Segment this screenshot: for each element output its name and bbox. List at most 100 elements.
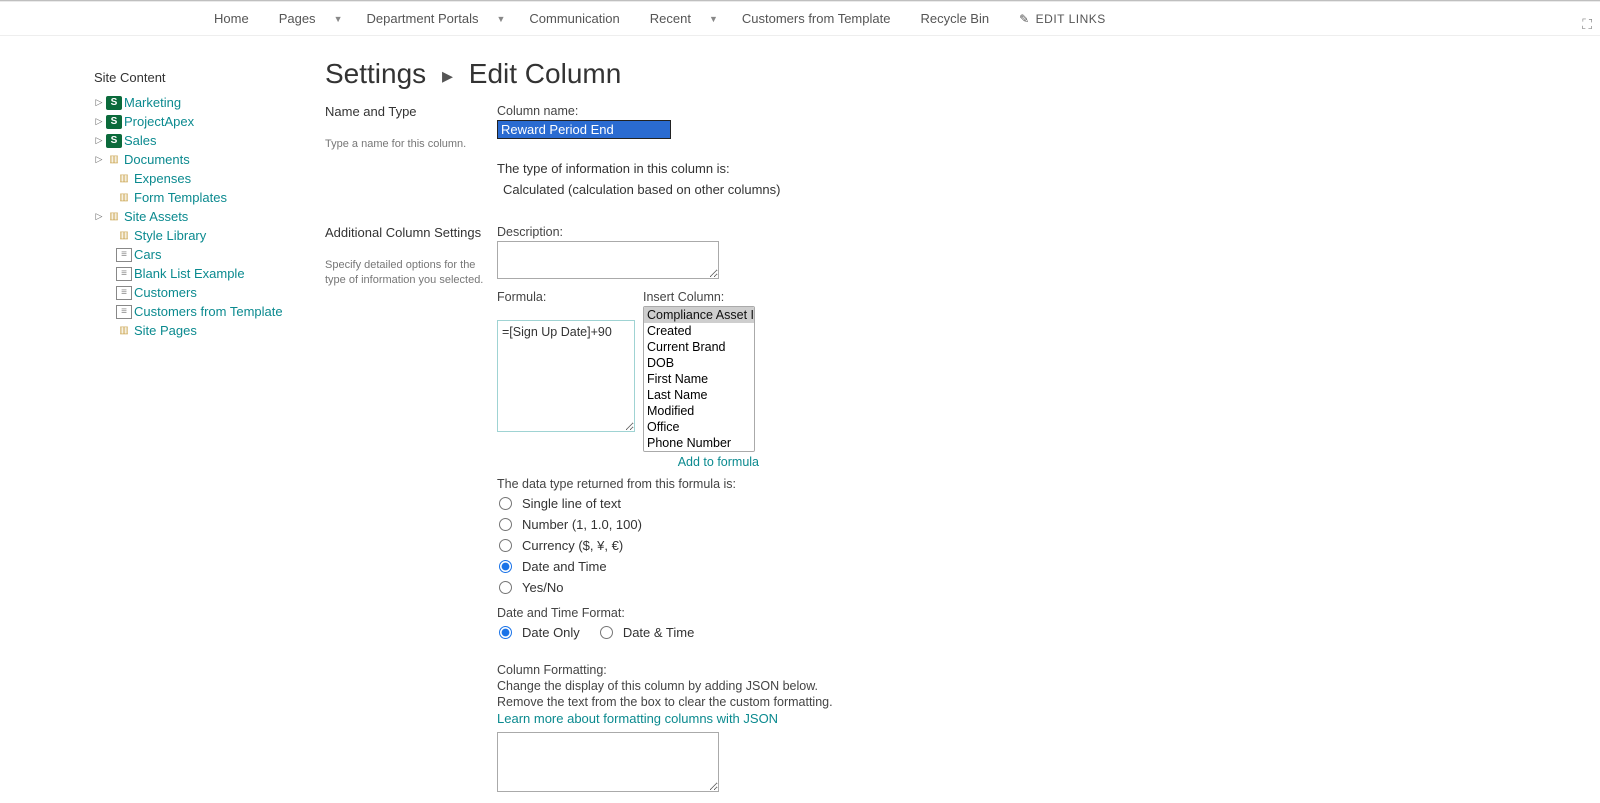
- return-type-label: Single line of text: [522, 496, 621, 511]
- return-type-number[interactable]: Number (1, 1.0, 100): [497, 514, 1285, 535]
- return-type-label: Date and Time: [522, 559, 607, 574]
- expander-icon[interactable]: ▷: [94, 154, 104, 165]
- tree-link[interactable]: Form Templates: [134, 190, 227, 205]
- label-column-name: Column name:: [497, 104, 1285, 118]
- tree-link[interactable]: Sales: [124, 133, 157, 148]
- tree-link[interactable]: Style Library: [134, 228, 206, 243]
- global-nav: HomePages▼Department Portals▼Communicati…: [0, 2, 1600, 36]
- dt-format-date-time[interactable]: Date & Time: [598, 622, 695, 643]
- library-icon: ▥: [116, 172, 132, 186]
- nav-home[interactable]: Home: [200, 2, 263, 35]
- insert-column-list[interactable]: Compliance Asset IdCreatedCurrent BrandD…: [643, 306, 755, 452]
- tree-link[interactable]: Customers from Template: [134, 304, 283, 319]
- breadcrumb-separator-icon: ▸: [434, 63, 461, 88]
- tree-link[interactable]: ProjectApex: [124, 114, 194, 129]
- tree-item-site-pages[interactable]: ▥Site Pages: [94, 321, 285, 340]
- insert-column-option[interactable]: Phone Number: [644, 435, 754, 451]
- tree-item-customers-from-template[interactable]: ≡Customers from Template: [94, 302, 285, 321]
- tree-item-site-assets[interactable]: ▷▥Site Assets: [94, 207, 285, 226]
- return-type-single[interactable]: Single line of text: [497, 493, 1285, 514]
- library-icon: ▥: [116, 191, 132, 205]
- insert-column-option[interactable]: DOB: [644, 355, 754, 371]
- tree-item-blank-list-example[interactable]: ≡Blank List Example: [94, 264, 285, 283]
- return-type-date[interactable]: Date and Time: [497, 556, 1285, 577]
- help-column-formatting-1: Change the display of this column by add…: [497, 679, 1285, 693]
- tree-link[interactable]: Blank List Example: [134, 266, 245, 281]
- return-type-currency[interactable]: Currency ($, ¥, €): [497, 535, 1285, 556]
- insert-column-option[interactable]: Compliance Asset Id: [644, 307, 754, 323]
- nav-customers-from-template[interactable]: Customers from Template: [728, 2, 905, 35]
- return-type-radio[interactable]: [499, 539, 512, 552]
- sharepoint-site-icon: S: [106, 115, 122, 129]
- dt-format-radio[interactable]: [600, 626, 613, 639]
- tree-item-style-library[interactable]: ▥Style Library: [94, 226, 285, 245]
- expander-icon[interactable]: ▷: [94, 116, 104, 127]
- json-learn-more-link[interactable]: Learn more about formatting columns with…: [497, 711, 778, 726]
- tree-item-cars[interactable]: ≡Cars: [94, 245, 285, 264]
- column-name-input[interactable]: Reward Period End: [497, 120, 671, 139]
- label-column-type: The type of information in this column i…: [497, 161, 1285, 176]
- label-dt-format: Date and Time Format:: [497, 606, 1285, 620]
- insert-column-option[interactable]: First Name: [644, 371, 754, 387]
- help-additional: Specify detailed options for the type of…: [325, 258, 487, 289]
- expander-icon[interactable]: ▷: [94, 97, 104, 108]
- label-return-type: The data type returned from this formula…: [497, 477, 1285, 491]
- dt-format-date-only[interactable]: Date Only: [497, 622, 580, 643]
- description-textarea[interactable]: [497, 241, 719, 279]
- label-column-formatting: Column Formatting:: [497, 663, 1285, 677]
- tree-link[interactable]: Expenses: [134, 171, 191, 186]
- nav-recycle-bin[interactable]: Recycle Bin: [906, 2, 1003, 35]
- nav-department-portals[interactable]: Department Portals: [352, 2, 492, 35]
- sidebar-heading: Site Content: [94, 70, 285, 85]
- tree-link[interactable]: Cars: [134, 247, 161, 262]
- tree-link[interactable]: Documents: [124, 152, 190, 167]
- insert-column-option[interactable]: Modified: [644, 403, 754, 419]
- insert-column-option[interactable]: Created: [644, 323, 754, 339]
- expander-icon[interactable]: ▷: [94, 135, 104, 146]
- add-to-formula-link[interactable]: Add to formula: [678, 455, 759, 469]
- tree-link[interactable]: Site Assets: [124, 209, 188, 224]
- chevron-down-icon[interactable]: ▼: [496, 14, 513, 24]
- nav-pages[interactable]: Pages: [265, 2, 330, 35]
- focus-mode-icon[interactable]: ⛶: [1582, 16, 1592, 33]
- insert-column-option[interactable]: Sign Up Date: [644, 451, 754, 452]
- library-icon: ▥: [106, 210, 122, 224]
- tree-link[interactable]: Customers: [134, 285, 197, 300]
- return-type-radio[interactable]: [499, 560, 512, 573]
- tree-item-marketing[interactable]: ▷SMarketing: [94, 93, 285, 112]
- return-type-yes/no[interactable]: Yes/No: [497, 577, 1285, 598]
- insert-column-option[interactable]: Current Brand: [644, 339, 754, 355]
- formula-textarea[interactable]: [497, 320, 635, 432]
- tree-link[interactable]: Site Pages: [134, 323, 197, 338]
- expander-icon[interactable]: ▷: [94, 211, 104, 222]
- tree-item-sales[interactable]: ▷SSales: [94, 131, 285, 150]
- help-column-formatting-2: Remove the text from the box to clear th…: [497, 695, 1285, 709]
- list-icon: ≡: [116, 267, 132, 281]
- dt-format-radio[interactable]: [499, 626, 512, 639]
- tree-item-projectapex[interactable]: ▷SProjectApex: [94, 112, 285, 131]
- nav-recent[interactable]: Recent: [636, 2, 705, 35]
- library-icon: ▥: [106, 153, 122, 167]
- library-icon: ▥: [116, 324, 132, 338]
- return-type-radio[interactable]: [499, 581, 512, 594]
- chevron-down-icon[interactable]: ▼: [334, 14, 351, 24]
- sidebar: Site Content ▷SMarketing▷SProjectApex▷SS…: [0, 46, 285, 803]
- tree-item-form-templates[interactable]: ▥Form Templates: [94, 188, 285, 207]
- nav-communication[interactable]: Communication: [515, 2, 633, 35]
- tree-item-customers[interactable]: ≡Customers: [94, 283, 285, 302]
- edit-links-button[interactable]: ✎EDIT LINKS: [1005, 2, 1120, 35]
- return-type-radio[interactable]: [499, 497, 512, 510]
- tree-item-expenses[interactable]: ▥Expenses: [94, 169, 285, 188]
- insert-column-option[interactable]: Last Name: [644, 387, 754, 403]
- chevron-down-icon[interactable]: ▼: [709, 14, 726, 24]
- return-type-radio[interactable]: [499, 518, 512, 531]
- tree-item-documents[interactable]: ▷▥Documents: [94, 150, 285, 169]
- tree-link[interactable]: Marketing: [124, 95, 181, 110]
- list-icon: ≡: [116, 286, 132, 300]
- json-formatting-textarea[interactable]: [497, 732, 719, 792]
- breadcrumb-root[interactable]: Settings: [325, 58, 426, 89]
- return-type-label: Currency ($, ¥, €): [522, 538, 623, 553]
- label-insert-column: Insert Column:: [643, 290, 759, 304]
- help-name-type: Type a name for this column.: [325, 137, 487, 152]
- insert-column-option[interactable]: Office: [644, 419, 754, 435]
